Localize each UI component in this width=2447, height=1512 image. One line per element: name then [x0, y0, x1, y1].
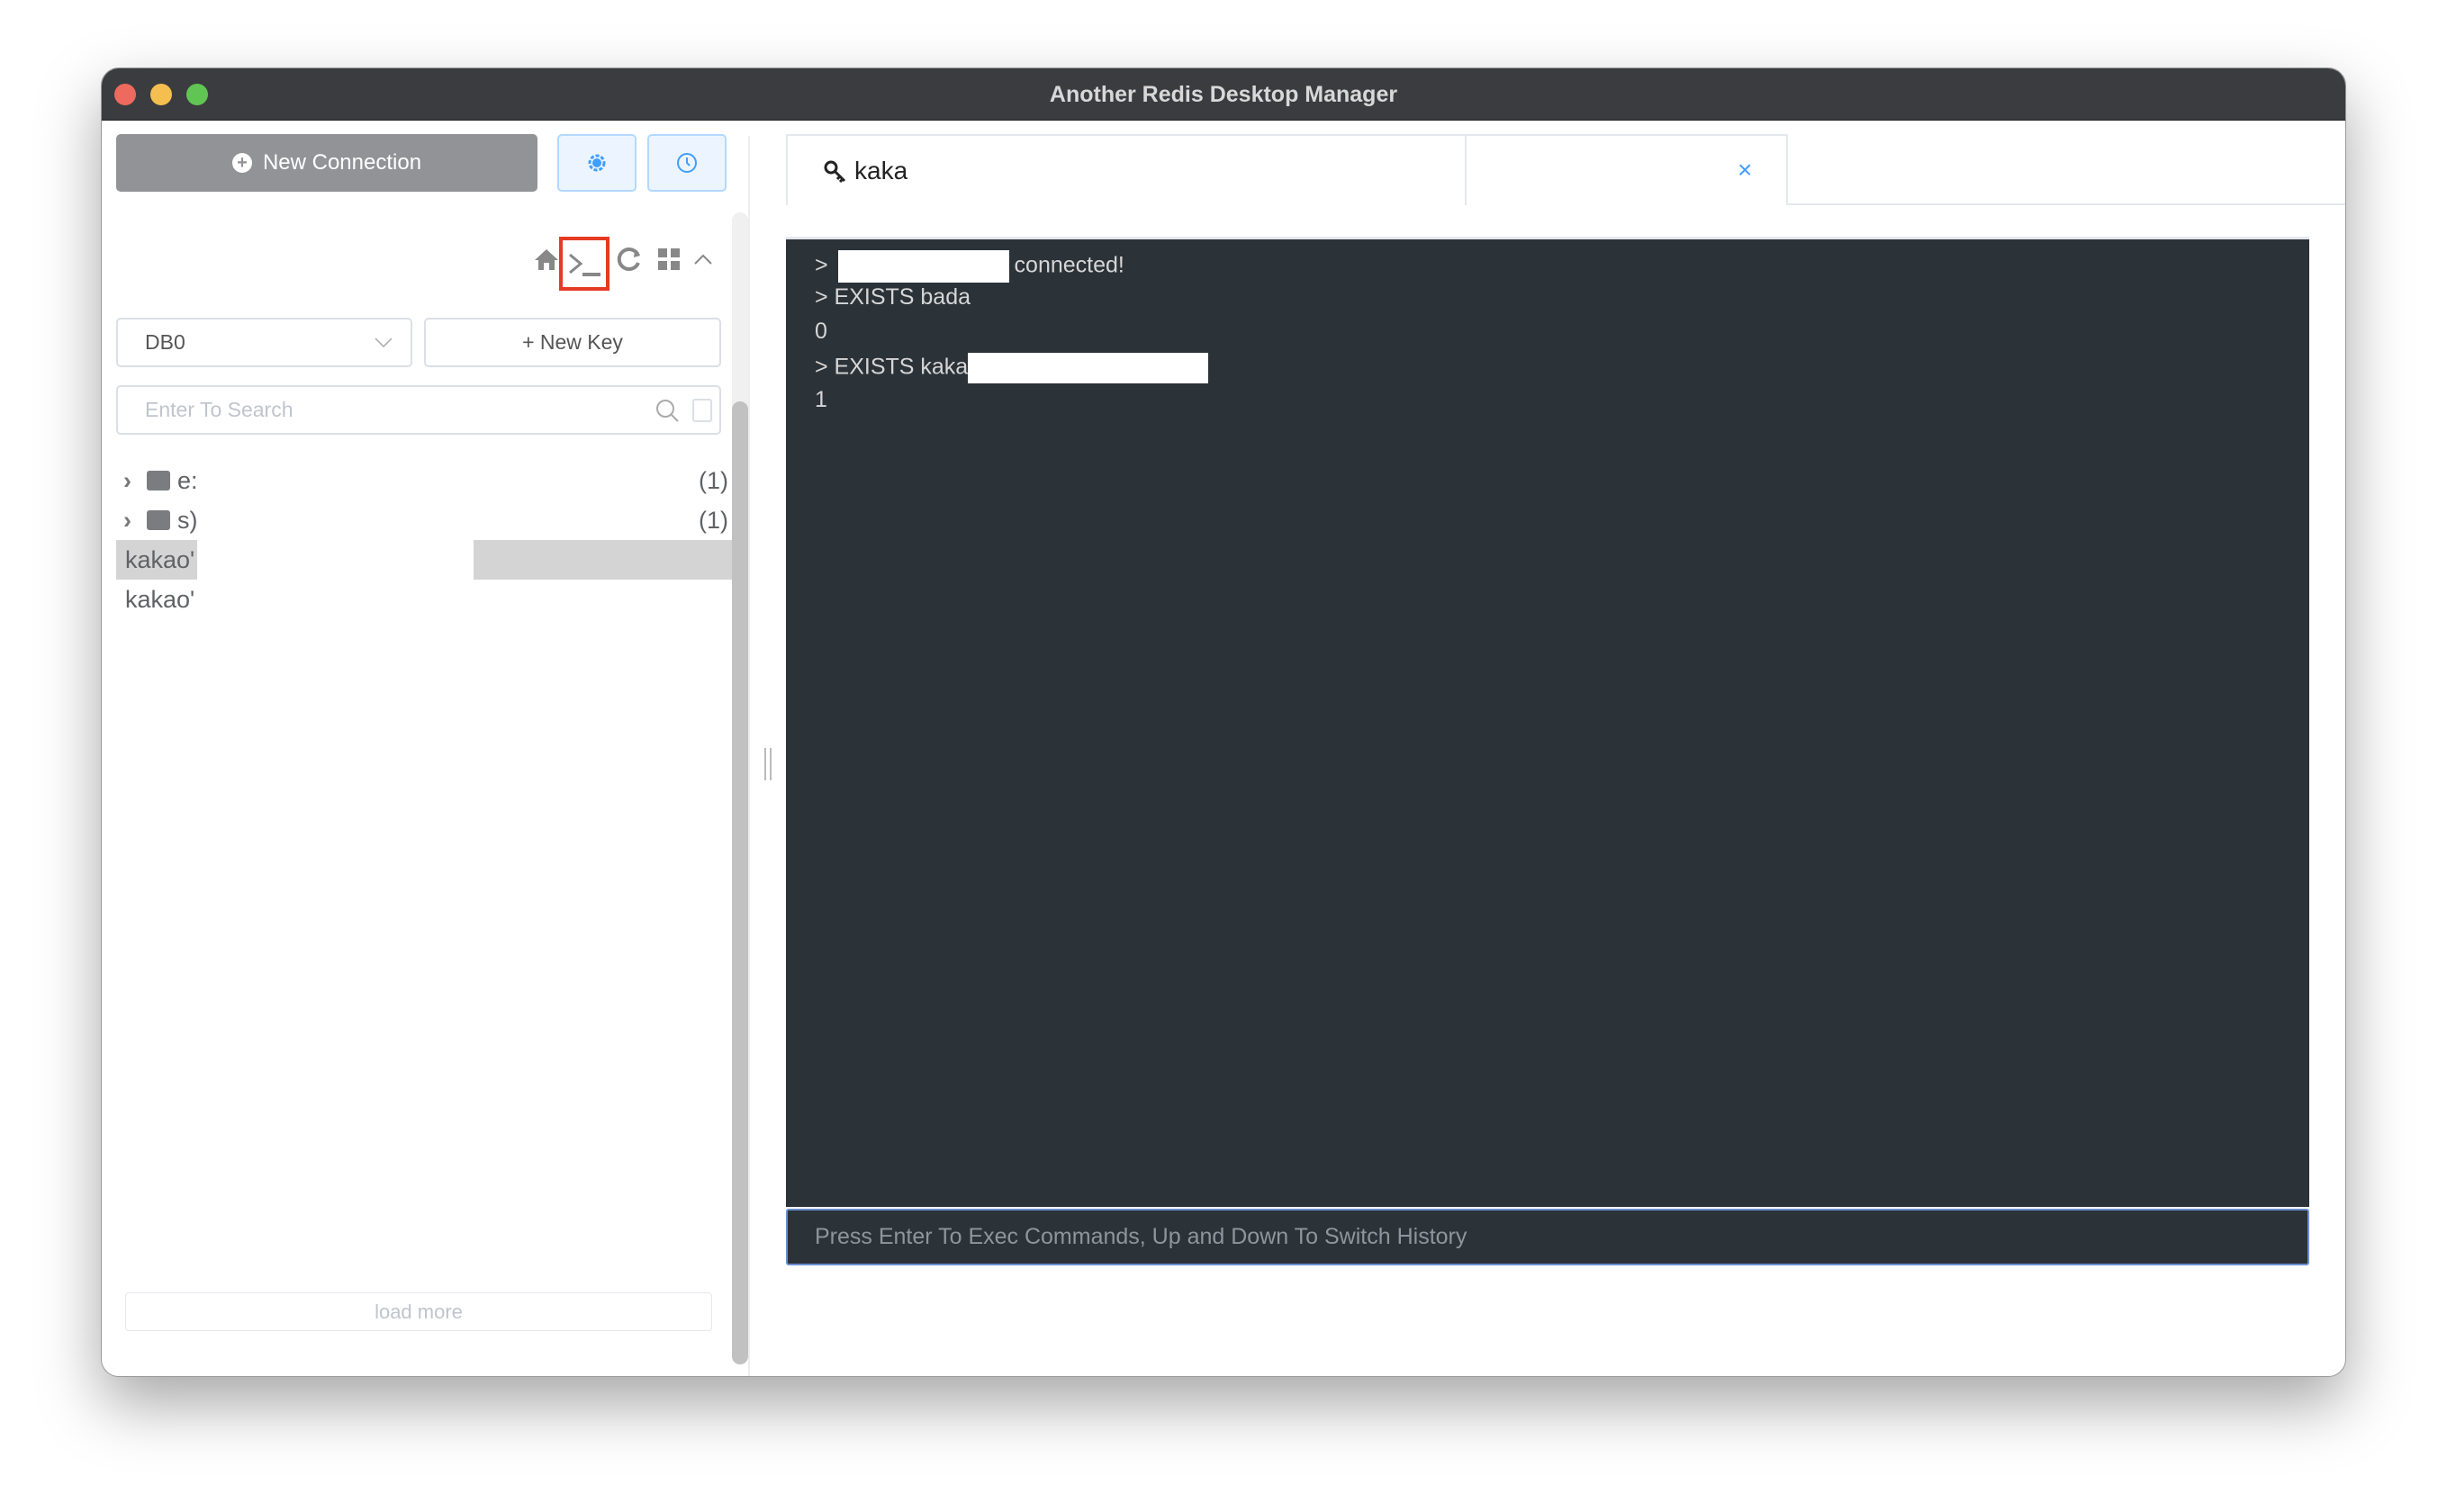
new-connection-button[interactable]: + New Connection — [116, 134, 537, 192]
tab-label: kaka — [854, 157, 908, 184]
terminal-icon — [569, 253, 600, 276]
title-bar: Another Redis Desktop Manager — [102, 68, 2345, 121]
grid-icon[interactable] — [653, 241, 685, 277]
console-line: > EXISTS kaka — [815, 354, 969, 380]
load-more-button[interactable]: load more — [125, 1292, 712, 1331]
scrollbar-thumb[interactable] — [732, 401, 748, 1364]
tree-count: (1) — [699, 506, 728, 534]
chevron-right-icon: › — [123, 506, 131, 534]
settings-button[interactable] — [557, 134, 637, 192]
redacted-block — [968, 353, 1209, 383]
gear-icon — [588, 154, 606, 172]
tab-kaka[interactable]: kaka × — [786, 134, 1790, 209]
tree-label: s) — [177, 506, 197, 534]
panel-divider — [748, 136, 750, 1376]
search-input[interactable]: Enter To Search — [116, 385, 721, 435]
db-select[interactable]: DB0 — [116, 318, 412, 367]
search-placeholder: Enter To Search — [145, 398, 293, 421]
tree-count: (1) — [699, 466, 728, 494]
new-key-button[interactable]: + New Key — [424, 318, 721, 367]
tree-label: kakao' — [125, 585, 195, 613]
search-icon[interactable] — [655, 398, 680, 423]
load-more-label: load more — [375, 1300, 463, 1323]
tree-label: kakao' — [116, 540, 197, 580]
console-line: 0 — [815, 319, 827, 344]
clock-icon — [677, 153, 697, 173]
console-line: 1 — [815, 387, 827, 412]
sidebar-scrollbar[interactable] — [732, 212, 748, 1364]
tree-key[interactable]: kakao' — [116, 580, 737, 619]
redacted-block — [837, 250, 1009, 283]
selected-row-fill — [474, 540, 737, 580]
command-placeholder: Press Enter To Exec Commands, Up and Dow… — [815, 1224, 1467, 1249]
tree-label: e: — [177, 466, 197, 494]
exact-search-checkbox[interactable] — [692, 398, 712, 422]
tree-key-selected[interactable]: kakao' — [116, 540, 737, 580]
refresh-icon[interactable] — [613, 241, 646, 277]
tree-folder[interactable]: › s) (1) — [116, 500, 737, 540]
window-title: Another Redis Desktop Manager — [1049, 82, 1398, 107]
history-button[interactable] — [647, 134, 727, 192]
key-icon — [824, 160, 846, 184]
new-key-label: + New Key — [522, 330, 623, 354]
folder-icon — [147, 471, 170, 490]
terminal-button-highlight[interactable] — [559, 237, 609, 291]
chevron-down-icon — [375, 337, 393, 347]
tree-folder[interactable]: › e: (1) — [116, 461, 737, 500]
new-connection-label: New Connection — [262, 150, 422, 175]
close-tab-icon[interactable]: × — [1738, 156, 1752, 184]
console-output: > connected! > EXISTS bada 0 > EXISTS ka… — [786, 237, 2309, 1207]
console-line: > EXISTS bada — [815, 284, 971, 310]
command-input[interactable]: Press Enter To Exec Commands, Up and Dow… — [786, 1209, 2309, 1265]
db-select-value: DB0 — [145, 330, 185, 354]
chevron-right-icon: › — [123, 466, 131, 494]
console-line: connected! — [1014, 252, 1124, 278]
resize-handle[interactable] — [764, 748, 772, 780]
console-prompt: > — [815, 252, 835, 278]
home-icon[interactable] — [532, 241, 561, 277]
folder-icon — [147, 510, 170, 530]
chevron-up-icon[interactable] — [687, 241, 719, 277]
app-window: Another Redis Desktop Manager + New Conn… — [101, 68, 2346, 1377]
plus-circle-icon: + — [231, 153, 252, 173]
